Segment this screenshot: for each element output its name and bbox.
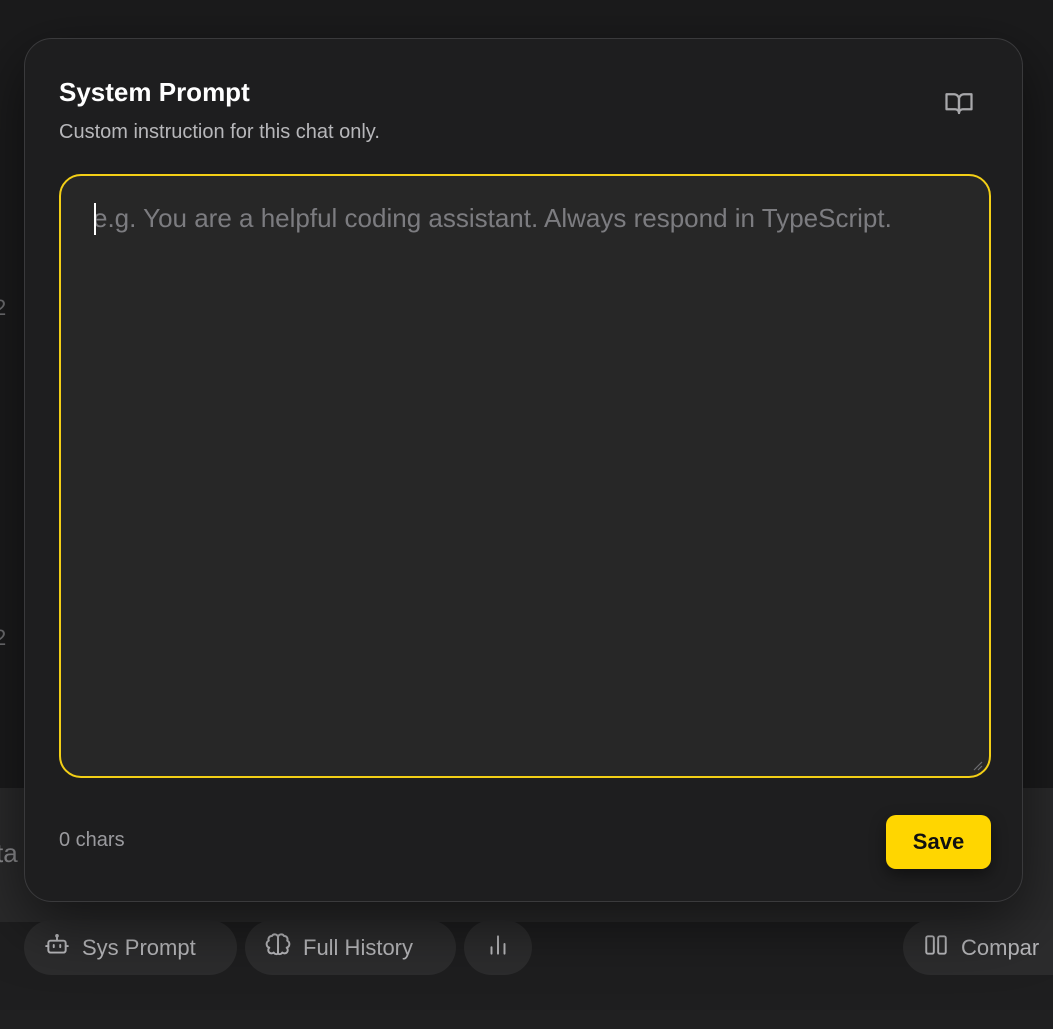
full-history-label: Full History [303, 934, 414, 960]
prompt-placeholder: e.g. You are a helpful coding assistant.… [93, 203, 892, 233]
sys-prompt-button[interactable]: Sys Prompt [24, 920, 237, 975]
compare-label: Compar [961, 934, 1040, 960]
bar-chart-icon [485, 932, 511, 964]
sys-prompt-label: Sys Prompt [82, 934, 196, 960]
stats-button[interactable] [464, 920, 532, 975]
dialog-subtitle: Custom instruction for this chat only. [59, 121, 380, 143]
columns-icon [923, 932, 949, 964]
docs-button[interactable] [935, 87, 983, 123]
background-input-text: ta [0, 838, 18, 868]
bot-icon [44, 932, 70, 964]
char-count: 0 chars [59, 829, 125, 851]
text-caret [94, 203, 96, 235]
resize-handle-icon[interactable] [971, 758, 983, 771]
system-prompt-dialog: System Prompt Custom instruction for thi… [24, 38, 1023, 902]
brain-icon [265, 932, 291, 964]
full-history-button[interactable]: Full History [245, 920, 456, 975]
dialog-title: System Prompt [59, 77, 250, 107]
compare-button[interactable]: Compar [903, 920, 1053, 975]
bottom-strip [0, 1010, 1053, 1029]
background-text: 2 [0, 295, 7, 320]
save-button[interactable]: Save [886, 815, 991, 869]
background-text: 2 [0, 625, 7, 650]
book-open-icon [944, 88, 974, 123]
system-prompt-textarea[interactable]: e.g. You are a helpful coding assistant.… [59, 174, 991, 778]
